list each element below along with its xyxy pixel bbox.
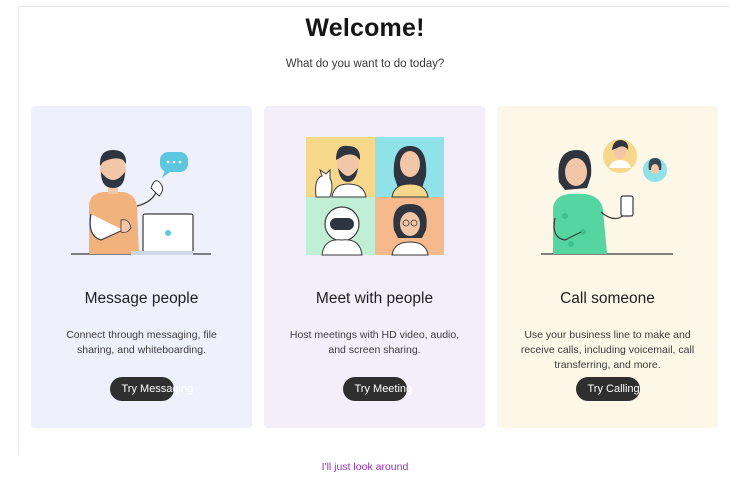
person-with-laptop-illustration [71,150,211,255]
card-description: Connect through messaging, file sharing,… [66,329,217,356]
message-people-card[interactable]: Message people Connect through messaging… [31,106,252,428]
page-title: Welcome! [305,14,425,42]
try-meeting-button[interactable]: Try Meeting [342,377,412,401]
look-around-link[interactable]: I'll just look around [0,461,730,473]
card-description: Host meetings with HD video, audio, and … [289,329,460,356]
card-description: Use your business line to make and recei… [520,329,695,371]
page-subtitle: What do you want to do today? [285,58,445,70]
person-calling-illustration [541,139,673,255]
try-messaging-button[interactable]: Try Messaging [109,377,193,401]
try-calling-button[interactable]: Try Calling [575,377,640,401]
video-meeting-illustration [306,137,444,256]
card-title: Meet with people [315,290,434,307]
card-title: Call someone [560,290,655,307]
card-title: Message people [84,290,199,307]
call-someone-card[interactable]: Call someone Use your business line to m… [497,106,718,428]
meet-with-people-card[interactable]: Meet with people Host meetings with HD v… [264,106,485,428]
